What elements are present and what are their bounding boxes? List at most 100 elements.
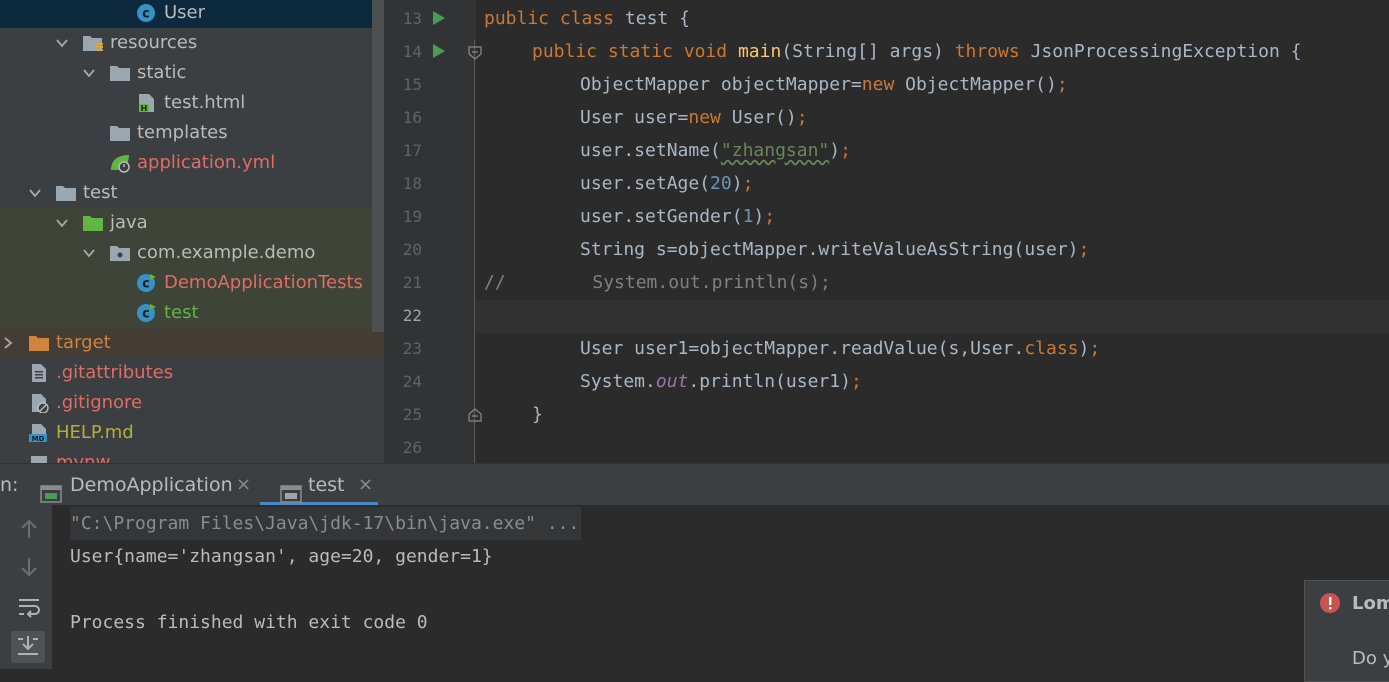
- code-token: out: [655, 371, 689, 392]
- svg-text:c: c: [142, 7, 150, 22]
- package-icon: [109, 243, 131, 263]
- code-token: (String[] args): [781, 41, 955, 62]
- tree-item-help-md[interactable]: MD HELP.md: [0, 418, 384, 448]
- chevron-down-icon[interactable]: [83, 247, 95, 259]
- up-arrow-icon[interactable]: [17, 517, 41, 541]
- chevron-down-icon[interactable]: [56, 217, 68, 229]
- code-token: static: [607, 41, 673, 62]
- line-number: 24: [402, 372, 422, 391]
- code-token: JsonProcessingException {: [1019, 41, 1302, 62]
- code-token: ;: [840, 140, 851, 161]
- code-token: void: [683, 41, 728, 62]
- svg-text:MD: MD: [32, 435, 45, 443]
- code-line-14: public static void main(String[] args) t…: [532, 35, 1302, 68]
- code-token: System.: [580, 371, 656, 392]
- folder-icon: [55, 183, 77, 203]
- down-arrow-icon[interactable]: [17, 555, 41, 579]
- line-number: 14: [402, 42, 422, 61]
- project-tree: c User resources static H test.html temp…: [0, 0, 384, 463]
- close-icon[interactable]: ×: [236, 464, 251, 506]
- svg-text:c: c: [142, 307, 150, 322]
- shell-file-icon: [28, 453, 50, 463]
- tree-item-label: test: [83, 182, 118, 203]
- code-token: String s=objectMapper.writeValueAsString…: [580, 239, 1079, 260]
- fold-icon[interactable]: [468, 45, 482, 60]
- fold-guide: [474, 40, 475, 463]
- tree-item-gitignore[interactable]: .gitignore: [0, 388, 384, 418]
- tree-item-test-folder[interactable]: test: [0, 178, 384, 208]
- code-token: ): [829, 140, 841, 161]
- tree-item-application-yml[interactable]: application.yml: [0, 148, 384, 178]
- excluded-folder-icon: [28, 333, 50, 353]
- tree-item-mvnw[interactable]: mvnw: [0, 448, 384, 463]
- code-line-24: System.out.println(user1);: [580, 365, 862, 398]
- tree-item-package[interactable]: com.example.demo: [0, 238, 372, 268]
- tree-scrollbar[interactable]: [372, 0, 384, 332]
- tree-item-gitattributes[interactable]: .gitattributes: [0, 358, 384, 388]
- line-number: 17: [402, 141, 422, 160]
- notification-title: Lom: [1352, 593, 1389, 614]
- chevron-right-icon[interactable]: [2, 337, 14, 349]
- chevron-down-icon[interactable]: [56, 37, 68, 49]
- code-line-25: }: [532, 404, 543, 425]
- tree-item-label: test.html: [164, 92, 246, 113]
- code-line-15: ObjectMapper objectMapper=new ObjectMapp…: [580, 68, 1068, 101]
- resources-folder-icon: [82, 33, 104, 53]
- tree-item-test-html[interactable]: H test.html: [0, 88, 384, 118]
- markdown-file-icon: MD: [28, 423, 50, 443]
- line-number-current: 22: [402, 306, 422, 325]
- code-token: user.setAge(: [580, 173, 711, 194]
- tree-item-resources[interactable]: resources: [0, 28, 384, 58]
- tab-label: DemoApplication: [70, 474, 233, 496]
- code-line-21: // System.out.println(s);: [484, 272, 831, 293]
- code-token: ;: [764, 206, 776, 227]
- chevron-down-icon[interactable]: [29, 187, 41, 199]
- folder-icon: [109, 123, 131, 143]
- run-main-icon[interactable]: [432, 43, 446, 59]
- tab-test[interactable]: test ×: [260, 464, 378, 506]
- code-token: new: [688, 107, 721, 128]
- tree-item-target[interactable]: target: [0, 328, 384, 358]
- code-line-19: user.setGender(1);: [580, 200, 775, 233]
- tree-item-label: resources: [110, 32, 198, 53]
- code-token: ): [753, 206, 765, 227]
- console-line: Process finished with exit code 0: [70, 612, 428, 633]
- scroll-to-end-icon[interactable]: [11, 631, 45, 663]
- tree-item-java[interactable]: java: [0, 208, 372, 238]
- code-token: ;: [796, 107, 808, 128]
- svg-text:H: H: [141, 104, 148, 113]
- test-class-icon: c: [136, 273, 158, 293]
- run-toolbar: [0, 505, 52, 669]
- tree-item-test-class[interactable]: c test: [0, 298, 372, 328]
- tree-item-label: mvnw: [56, 452, 111, 463]
- tree-item-templates[interactable]: templates: [0, 118, 384, 148]
- tree-item-label: User: [164, 2, 206, 23]
- error-icon: [1319, 592, 1341, 614]
- code-token: class: [559, 8, 615, 29]
- code-token: user.setGender(: [580, 206, 743, 227]
- code-token: 1: [742, 206, 754, 227]
- tree-item-static[interactable]: static: [0, 58, 384, 88]
- tree-item-demoapplicationtests[interactable]: c DemoApplicationTests: [0, 268, 372, 298]
- line-number: 16: [402, 108, 422, 127]
- code-token: User user1=objectMapper.readValue(s,User…: [580, 338, 1025, 359]
- line-number: 15: [402, 75, 422, 94]
- test-source-folder-icon: [82, 213, 104, 233]
- tree-item-user[interactable]: c User: [0, 0, 372, 28]
- close-icon[interactable]: ×: [358, 464, 373, 506]
- console-line: User{name='zhangsan', age=20, gender=1}: [70, 546, 493, 567]
- line-number: 18: [402, 174, 422, 193]
- tree-item-label: templates: [137, 122, 228, 143]
- code-token: ;: [1078, 239, 1090, 260]
- run-config-icon: [40, 476, 62, 503]
- code-token: ;: [850, 371, 862, 392]
- soft-wrap-icon[interactable]: [17, 595, 41, 619]
- chevron-down-icon[interactable]: [83, 67, 95, 79]
- code-token: new: [861, 74, 895, 95]
- run-class-icon[interactable]: [432, 10, 446, 26]
- code-token: ): [1078, 338, 1090, 359]
- code-token: test {: [614, 8, 690, 29]
- unfold-end-icon[interactable]: [468, 407, 482, 422]
- tree-item-label: com.example.demo: [137, 242, 316, 263]
- line-number: 19: [402, 207, 422, 226]
